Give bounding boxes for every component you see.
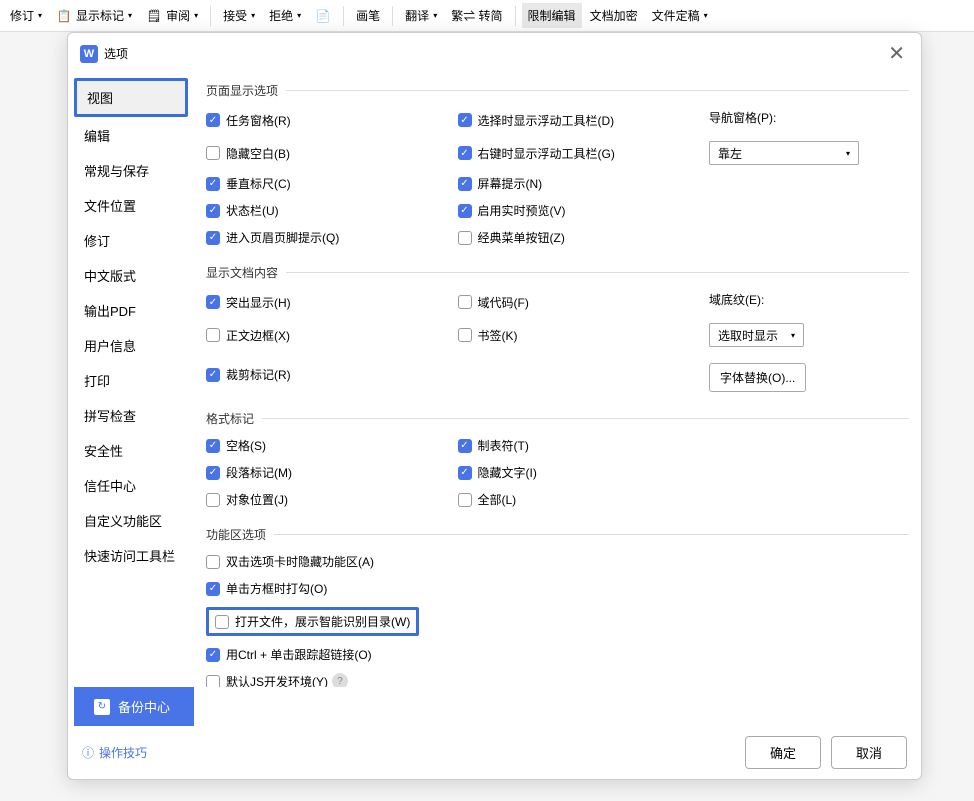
checkbox-highlight[interactable]: 突出显示(H)	[206, 294, 291, 311]
ribbon-doc-finalize[interactable]: 文件定稿▾	[646, 3, 714, 28]
ribbon-revision[interactable]: 修订▾	[4, 3, 48, 28]
tip-link[interactable]: ⓘ 操作技巧	[82, 744, 147, 761]
checkbox-header-footer-tip[interactable]: 进入页眉页脚提示(Q)	[206, 229, 339, 246]
section-page-display: 页面显示选项 任务窗格(R) 选择时显示浮动工具栏(D) 导航窗格(P): 隐	[206, 82, 909, 246]
section-header: 显示文档内容	[206, 264, 909, 281]
sidebar-item-print[interactable]: 打印	[74, 364, 188, 397]
ribbon-convert[interactable]: 繁⇌ 转简	[445, 3, 508, 28]
ribbon-show-marks[interactable]: 📋 显示标记▾	[50, 3, 138, 28]
section-header: 页面显示选项	[206, 82, 909, 99]
ribbon-next-icon[interactable]: 📄	[309, 4, 337, 28]
separator	[343, 6, 344, 26]
sidebar-item-cn-layout[interactable]: 中文版式	[74, 259, 188, 292]
ribbon-review[interactable]: 🗒 审阅▾	[140, 3, 204, 28]
checkbox-hidden-text[interactable]: 隐藏文字(I)	[458, 464, 537, 481]
checkbox-screen-tip[interactable]: 屏幕提示(N)	[458, 175, 543, 192]
sidebar-item-trust[interactable]: 信任中心	[74, 469, 188, 502]
checkbox-bookmark[interactable]: 书签(K)	[458, 327, 518, 344]
backup-center-button[interactable]: ↻ 备份中心	[74, 687, 194, 726]
checkbox-tab[interactable]: 制表符(T)	[458, 437, 529, 454]
separator	[392, 6, 393, 26]
field-shading-dropdown[interactable]: 选取时显示▾	[709, 323, 804, 347]
checkbox-space[interactable]: 空格(S)	[206, 437, 266, 454]
sidebar-item-file-location[interactable]: 文件位置	[74, 189, 188, 222]
dialog-title-text: 选项	[104, 45, 128, 62]
nav-pane-dropdown[interactable]: 靠左▾	[709, 141, 859, 165]
backup-icon: ↻	[94, 699, 110, 715]
checkbox-crop-marks[interactable]: 裁剪标记(R)	[206, 366, 291, 383]
ribbon-translate[interactable]: 翻译▾	[399, 3, 443, 28]
info-icon: ⓘ	[82, 744, 94, 761]
help-icon[interactable]: ?	[332, 673, 348, 687]
cancel-button[interactable]: 取消	[831, 736, 907, 769]
sidebar-item-edit[interactable]: 编辑	[74, 119, 188, 152]
sidebar-item-spellcheck[interactable]: 拼写检查	[74, 399, 188, 432]
checkbox-ctrl-click-hyperlink[interactable]: 用Ctrl + 单击跟踪超链接(O)	[206, 646, 372, 663]
ribbon-accept[interactable]: 接受▾	[217, 3, 261, 28]
checkbox-classic-menu[interactable]: 经典菜单按钮(Z)	[458, 229, 565, 246]
checkbox-realtime-preview[interactable]: 启用实时预览(V)	[458, 202, 566, 219]
ribbon-brush[interactable]: 画笔	[350, 3, 386, 28]
close-icon[interactable]: ✕	[884, 41, 909, 66]
dialog-titlebar: W 选项 ✕	[68, 33, 921, 74]
highlighted-option: 打开文件，展示智能识别目录(W)	[206, 607, 419, 636]
sidebar-item-custom-ribbon[interactable]: 自定义功能区	[74, 504, 188, 537]
section-header: 功能区选项	[206, 526, 909, 543]
checkbox-dblclick-hide[interactable]: 双击选项卡时隐藏功能区(A)	[206, 553, 374, 570]
ok-button[interactable]: 确定	[745, 736, 821, 769]
sidebar-item-view[interactable]: 视图	[74, 78, 188, 117]
ribbon-toolbar: 修订▾ 📋 显示标记▾ 🗒 审阅▾ 接受▾ 拒绝▾ 📄 画笔 翻译▾ 繁⇌ 转简…	[0, 0, 974, 32]
checkbox-body-border[interactable]: 正文边框(X)	[206, 327, 290, 344]
checkbox-vertical-ruler[interactable]: 垂直标尺(C)	[206, 175, 291, 192]
checkbox-open-file-smart-toc[interactable]: 打开文件，展示智能识别目录(W)	[215, 613, 410, 630]
section-doc-content: 显示文档内容 突出显示(H) 域代码(F) 域底纹(E): 正文边框(X)	[206, 264, 909, 392]
checkbox-paragraph-mark[interactable]: 段落标记(M)	[206, 464, 292, 481]
section-header: 格式标记	[206, 410, 909, 427]
sidebar-item-user-info[interactable]: 用户信息	[74, 329, 188, 362]
ribbon-reject[interactable]: 拒绝▾	[263, 3, 307, 28]
font-replace-button[interactable]: 字体替换(O)...	[709, 363, 806, 392]
sidebar: 视图 编辑 常规与保存 文件位置 修订 中文版式 输出PDF 用户信息 打印 拼…	[68, 74, 194, 687]
marks-icon: 📋	[56, 8, 72, 24]
page-icon: 📄	[315, 8, 331, 24]
checkbox-click-box-check[interactable]: 单击方框时打勾(O)	[206, 580, 327, 597]
ribbon-doc-encrypt[interactable]: 文档加密	[584, 3, 644, 28]
separator	[515, 6, 516, 26]
checkbox-hide-blank[interactable]: 隐藏空白(B)	[206, 145, 290, 162]
section-format-marks: 格式标记 空格(S) 制表符(T) 段落标记(M) 隐藏	[206, 410, 909, 508]
checkbox-object-position[interactable]: 对象位置(J)	[206, 491, 288, 508]
sidebar-item-revision[interactable]: 修订	[74, 224, 188, 257]
sidebar-item-security[interactable]: 安全性	[74, 434, 188, 467]
sidebar-item-output-pdf[interactable]: 输出PDF	[74, 294, 188, 327]
checkbox-task-pane[interactable]: 任务窗格(R)	[206, 112, 291, 129]
sidebar-item-quick-access[interactable]: 快速访问工具栏	[74, 539, 188, 572]
section-ribbon-options: 功能区选项 双击选项卡时隐藏功能区(A) 单击方框时打勾(O) 打开文件，展示智…	[206, 526, 909, 687]
review-icon: 🗒	[146, 8, 162, 24]
ribbon-restrict-edit[interactable]: 限制编辑	[522, 3, 582, 28]
checkbox-default-js-dev[interactable]: 默认JS开发环境(Y)	[206, 673, 328, 687]
field-shading-label: 域底纹(E):	[709, 291, 909, 308]
app-icon: W	[80, 45, 98, 63]
checkbox-select-float-toolbar[interactable]: 选择时显示浮动工具栏(D)	[458, 112, 615, 129]
content-panel: 页面显示选项 任务窗格(R) 选择时显示浮动工具栏(D) 导航窗格(P): 隐	[194, 74, 921, 687]
checkbox-status-bar[interactable]: 状态栏(U)	[206, 202, 279, 219]
separator	[210, 6, 211, 26]
checkbox-field-code[interactable]: 域代码(F)	[458, 294, 529, 311]
options-dialog: W 选项 ✕ 视图 编辑 常规与保存 文件位置 修订 中文版式 输出PDF 用户…	[67, 32, 922, 780]
checkbox-all[interactable]: 全部(L)	[458, 491, 517, 508]
nav-pane-label: 导航窗格(P):	[709, 109, 909, 126]
sidebar-item-general[interactable]: 常规与保存	[74, 154, 188, 187]
checkbox-rightclick-float-toolbar[interactable]: 右键时显示浮动工具栏(G)	[458, 145, 615, 162]
